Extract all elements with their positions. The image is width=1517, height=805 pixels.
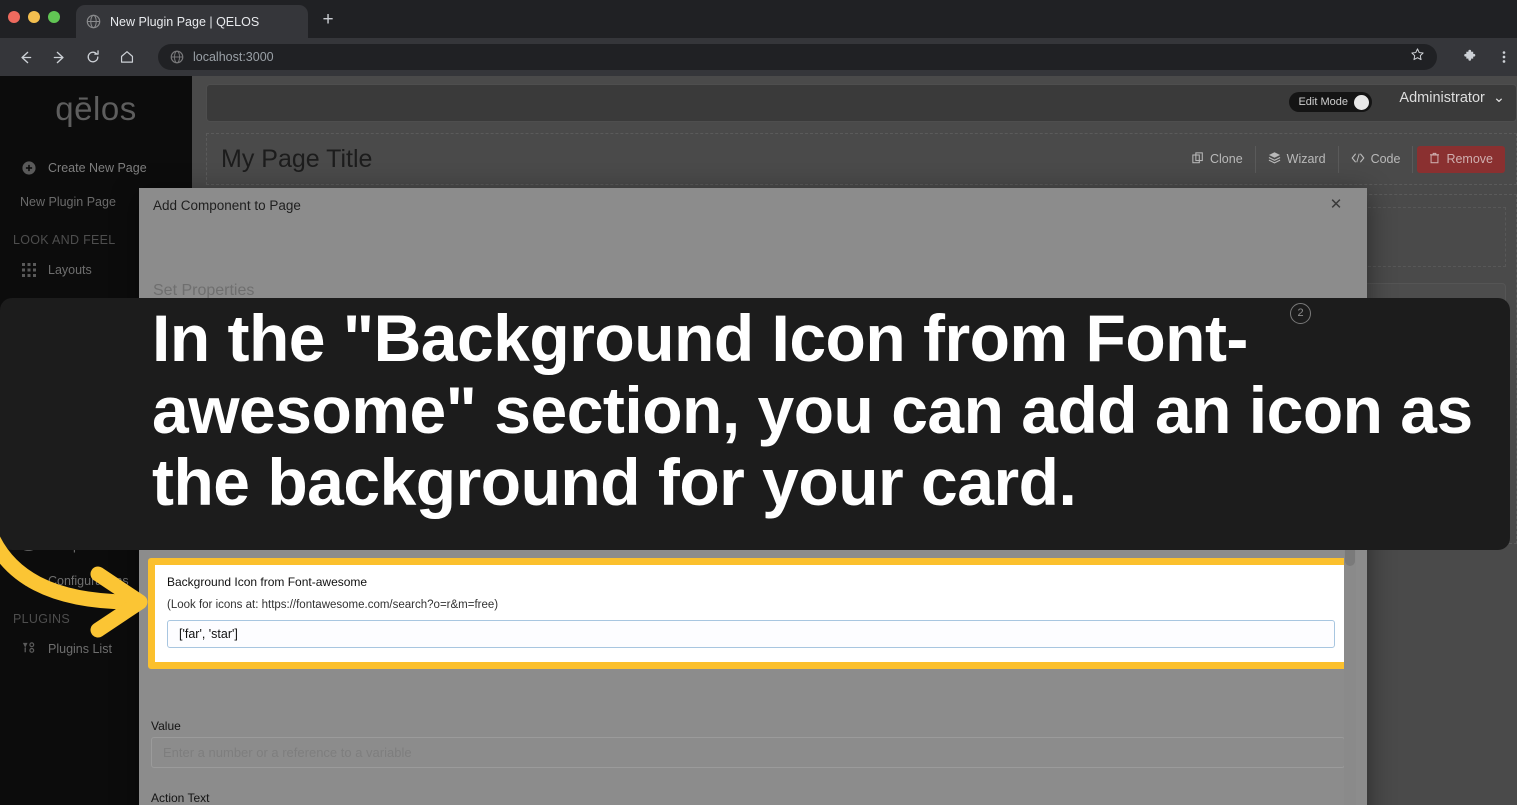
edit-mode-label: Edit Mode (1298, 96, 1348, 108)
trash-icon (1429, 152, 1440, 167)
layers-icon (1268, 151, 1281, 167)
back-arrow-icon[interactable] (12, 44, 38, 70)
modal-footer: Cancel Back Confirm (139, 798, 1367, 805)
sidebar-item-label: Create New Page (48, 160, 147, 175)
value-input[interactable]: Enter a number or a reference to a varia… (151, 737, 1345, 768)
annotation-arrow-icon (0, 536, 148, 638)
clone-button[interactable]: Clone (1180, 145, 1256, 173)
globe-favicon-icon (86, 14, 101, 29)
step-number-badge: 2 (1290, 303, 1311, 324)
puzzle-icon[interactable] (1457, 44, 1483, 70)
address-bar-icons (1410, 47, 1425, 67)
action-label: Remove (1446, 152, 1493, 166)
screen: New Plugin Page | QELOS + localhost:3000 (0, 0, 1517, 805)
grid-icon (20, 261, 37, 278)
admin-label: Administrator (1399, 90, 1485, 106)
action-label: Clone (1209, 152, 1243, 166)
modal-header: Add Component to Page (139, 188, 1367, 222)
window-traffic-lights (8, 11, 60, 23)
background-icon-highlight-block: Background Icon from Font-awesome (Look … (148, 558, 1354, 669)
edit-mode-toggle[interactable]: Edit Mode (1289, 92, 1372, 112)
browser-tab-bar: New Plugin Page | QELOS + (0, 0, 1517, 38)
action-label: Wizard (1286, 152, 1326, 166)
sidebar-item-create-new-page[interactable]: Create New Page (0, 150, 192, 185)
browser-tab-title: New Plugin Page | QELOS (110, 14, 260, 29)
browser-nav-bar: localhost:3000 (0, 38, 1517, 76)
page-title: My Page Title (221, 144, 373, 173)
field-label-value: Value (151, 719, 181, 733)
maximize-window-button[interactable] (48, 11, 60, 23)
app-area: qēlos Create New Page New Plugin Page LO… (0, 76, 1517, 805)
forward-arrow-icon[interactable] (46, 44, 72, 70)
annotation-text: In the "Background Icon from Font-awesom… (152, 301, 1473, 519)
wizard-button[interactable]: Wizard (1256, 145, 1339, 173)
code-icon (1351, 152, 1365, 167)
background-icon-input[interactable]: ['far', 'star'] (167, 620, 1335, 648)
action-label: Code (1370, 152, 1401, 166)
globe-icon (170, 50, 184, 64)
browser-tab[interactable]: New Plugin Page | QELOS (76, 5, 308, 38)
sidebar-item-label: Layouts (48, 262, 92, 277)
background-icon-hint: (Look for icons at: https://fontawesome.… (167, 599, 499, 611)
modal-title: Add Component to Page (153, 197, 301, 213)
background-icon-label: Background Icon from Font-awesome (167, 575, 368, 589)
reload-icon[interactable] (80, 44, 106, 70)
kebab-menu-icon[interactable] (1491, 44, 1517, 70)
close-window-button[interactable] (8, 11, 20, 23)
close-icon[interactable]: ✕ (1327, 196, 1345, 214)
qelos-logo: qēlos (55, 90, 137, 127)
address-bar-url: localhost:3000 (193, 50, 274, 64)
plus-circle-icon (20, 159, 37, 176)
page-action-row: Clone Wizard Code Remove (1180, 133, 1505, 185)
admin-menu[interactable]: Administrator ⌄ (1399, 90, 1505, 106)
address-bar[interactable]: localhost:3000 (158, 44, 1437, 70)
chevron-down-icon: ⌄ (1492, 90, 1505, 106)
home-icon[interactable] (114, 44, 140, 70)
clone-icon (1192, 151, 1204, 167)
toggle-knob (1354, 94, 1369, 110)
new-tab-button[interactable]: + (316, 9, 340, 33)
star-icon[interactable] (1410, 47, 1425, 67)
minimize-window-button[interactable] (28, 11, 40, 23)
remove-button[interactable]: Remove (1417, 145, 1505, 173)
code-button[interactable]: Code (1339, 145, 1414, 173)
